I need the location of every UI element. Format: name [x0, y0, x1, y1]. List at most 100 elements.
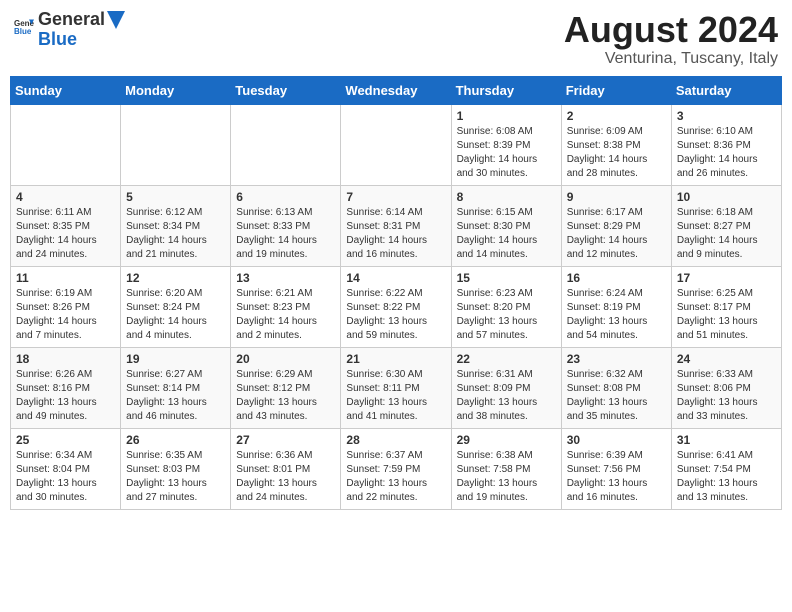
calendar-cell: 4Sunrise: 6:11 AM Sunset: 8:35 PM Daylig… [11, 185, 121, 266]
calendar-cell: 21Sunrise: 6:30 AM Sunset: 8:11 PM Dayli… [341, 347, 451, 428]
day-number: 8 [457, 190, 556, 204]
day-number: 14 [346, 271, 445, 285]
calendar-cell: 7 Sunrise: 6:14 AM Sunset: 8:31 PM Daylig… [341, 185, 451, 266]
day-number: 16 [567, 271, 666, 285]
day-info: Sunrise: 6:32 AM Sunset: 8:08 PM Dayligh… [567, 368, 666, 424]
calendar-cell: 23 Sunrise: 6:32 AM Sunset: 8:08 PM Dayli… [561, 347, 671, 428]
day-info: Sunrise: 6:35 AM Sunset: 8:03 PM Dayligh… [126, 449, 225, 505]
calendar-cell: 25 Sunrise: 6:34 AM Sunset: 8:04 PM Dayli… [11, 428, 121, 509]
day-info: Sunrise: 6:19 AM Sunset: 8:26 PM Dayligh… [16, 287, 115, 343]
logo: General Blue General Blue [14, 10, 125, 50]
calendar-cell: 5Sunrise: 6:12 AM Sunset: 8:34 PM Daylig… [121, 185, 231, 266]
logo-general-text: General [38, 10, 105, 30]
day-number: 7 [346, 190, 445, 204]
day-info: Sunrise: 6:34 AM Sunset: 8:04 PM Dayligh… [16, 449, 115, 505]
day-number: 18 [16, 352, 115, 366]
week-row-2: 4Sunrise: 6:11 AM Sunset: 8:35 PM Daylig… [11, 185, 782, 266]
day-info: Sunrise: 6:25 AM Sunset: 8:17 PM Dayligh… [677, 287, 776, 343]
day-number: 10 [677, 190, 776, 204]
day-number: 28 [346, 433, 445, 447]
calendar-cell: 24 Sunrise: 6:33 AM Sunset: 8:06 PM Dayli… [671, 347, 781, 428]
day-number: 1 [457, 109, 556, 123]
day-number: 9 [567, 190, 666, 204]
calendar-cell: 16 Sunrise: 6:24 AM Sunset: 8:19 PM Dayli… [561, 266, 671, 347]
day-info: Sunrise: 6:31 AM Sunset: 8:09 PM Dayligh… [457, 368, 556, 424]
day-number: 25 [16, 433, 115, 447]
logo-graphic: General Blue [14, 17, 34, 42]
day-number: 5 [126, 190, 225, 204]
day-number: 6 [236, 190, 335, 204]
day-number: 22 [457, 352, 556, 366]
day-number: 23 [567, 352, 666, 366]
day-number: 24 [677, 352, 776, 366]
day-info: Sunrise: 6:29 AM Sunset: 8:12 PM Dayligh… [236, 368, 335, 424]
location-title: Venturina, Tuscany, Italy [564, 50, 778, 68]
day-number: 31 [677, 433, 776, 447]
day-number: 13 [236, 271, 335, 285]
day-info: Sunrise: 6:26 AM Sunset: 8:16 PM Dayligh… [16, 368, 115, 424]
day-info: Sunrise: 6:41 AM Sunset: 7:54 PM Dayligh… [677, 449, 776, 505]
day-info: Sunrise: 6:37 AM Sunset: 7:59 PM Dayligh… [346, 449, 445, 505]
logo-triangle-icon [107, 11, 125, 29]
calendar-cell: 10 Sunrise: 6:18 AM Sunset: 8:27 PM Dayli… [671, 185, 781, 266]
day-number: 27 [236, 433, 335, 447]
day-info: Sunrise: 6:15 AM Sunset: 8:30 PM Dayligh… [457, 206, 556, 262]
day-number: 17 [677, 271, 776, 285]
month-title: August 2024 [564, 10, 778, 50]
day-info: Sunrise: 6:38 AM Sunset: 7:58 PM Dayligh… [457, 449, 556, 505]
header-friday: Friday [561, 76, 671, 104]
header-saturday: Saturday [671, 76, 781, 104]
header-thursday: Thursday [451, 76, 561, 104]
week-row-5: 25 Sunrise: 6:34 AM Sunset: 8:04 PM Dayli… [11, 428, 782, 509]
calendar-cell: 9Sunrise: 6:17 AM Sunset: 8:29 PM Daylig… [561, 185, 671, 266]
calendar-cell: 15 Sunrise: 6:23 AM Sunset: 8:20 PM Dayli… [451, 266, 561, 347]
day-info: Sunrise: 6:18 AM Sunset: 8:27 PM Dayligh… [677, 206, 776, 262]
calendar-cell [231, 104, 341, 185]
day-info: Sunrise: 6:30 AM Sunset: 8:11 PM Dayligh… [346, 368, 445, 424]
calendar-cell: 6 Sunrise: 6:13 AM Sunset: 8:33 PM Daylig… [231, 185, 341, 266]
calendar-cell: 11Sunrise: 6:19 AM Sunset: 8:26 PM Dayli… [11, 266, 121, 347]
calendar-cell: 2 Sunrise: 6:09 AM Sunset: 8:38 PM Daylig… [561, 104, 671, 185]
day-info: Sunrise: 6:33 AM Sunset: 8:06 PM Dayligh… [677, 368, 776, 424]
calendar-header-row: SundayMondayTuesdayWednesdayThursdayFrid… [11, 76, 782, 104]
day-info: Sunrise: 6:36 AM Sunset: 8:01 PM Dayligh… [236, 449, 335, 505]
calendar-cell: 20Sunrise: 6:29 AM Sunset: 8:12 PM Dayli… [231, 347, 341, 428]
day-info: Sunrise: 6:23 AM Sunset: 8:20 PM Dayligh… [457, 287, 556, 343]
calendar-cell [121, 104, 231, 185]
day-number: 19 [126, 352, 225, 366]
day-info: Sunrise: 6:24 AM Sunset: 8:19 PM Dayligh… [567, 287, 666, 343]
calendar-cell [341, 104, 451, 185]
day-info: Sunrise: 6:08 AM Sunset: 8:39 PM Dayligh… [457, 125, 556, 181]
header-sunday: Sunday [11, 76, 121, 104]
day-number: 26 [126, 433, 225, 447]
day-number: 4 [16, 190, 115, 204]
calendar-cell: 19 Sunrise: 6:27 AM Sunset: 8:14 PM Dayli… [121, 347, 231, 428]
calendar-cell: 27 Sunrise: 6:36 AM Sunset: 8:01 PM Dayli… [231, 428, 341, 509]
day-number: 3 [677, 109, 776, 123]
day-info: Sunrise: 6:10 AM Sunset: 8:36 PM Dayligh… [677, 125, 776, 181]
calendar-cell: 13 Sunrise: 6:21 AM Sunset: 8:23 PM Dayli… [231, 266, 341, 347]
calendar-table: SundayMondayTuesdayWednesdayThursdayFrid… [10, 76, 782, 510]
day-info: Sunrise: 6:39 AM Sunset: 7:56 PM Dayligh… [567, 449, 666, 505]
week-row-1: 1 Sunrise: 6:08 AM Sunset: 8:39 PM Daylig… [11, 104, 782, 185]
calendar-cell: 28 Sunrise: 6:37 AM Sunset: 7:59 PM Dayli… [341, 428, 451, 509]
day-info: Sunrise: 6:14 AM Sunset: 8:31 PM Dayligh… [346, 206, 445, 262]
calendar-cell: 26 Sunrise: 6:35 AM Sunset: 8:03 PM Dayli… [121, 428, 231, 509]
header-wednesday: Wednesday [341, 76, 451, 104]
day-info: Sunrise: 6:27 AM Sunset: 8:14 PM Dayligh… [126, 368, 225, 424]
calendar-cell: 14 Sunrise: 6:22 AM Sunset: 8:22 PM Dayli… [341, 266, 451, 347]
day-info: Sunrise: 6:09 AM Sunset: 8:38 PM Dayligh… [567, 125, 666, 181]
day-number: 15 [457, 271, 556, 285]
day-info: Sunrise: 6:13 AM Sunset: 8:33 PM Dayligh… [236, 206, 335, 262]
week-row-3: 11Sunrise: 6:19 AM Sunset: 8:26 PM Dayli… [11, 266, 782, 347]
calendar-cell: 12Sunrise: 6:20 AM Sunset: 8:24 PM Dayli… [121, 266, 231, 347]
header-tuesday: Tuesday [231, 76, 341, 104]
day-info: Sunrise: 6:21 AM Sunset: 8:23 PM Dayligh… [236, 287, 335, 343]
day-number: 29 [457, 433, 556, 447]
day-info: Sunrise: 6:22 AM Sunset: 8:22 PM Dayligh… [346, 287, 445, 343]
calendar-cell: 31 Sunrise: 6:41 AM Sunset: 7:54 PM Dayli… [671, 428, 781, 509]
day-number: 2 [567, 109, 666, 123]
day-number: 30 [567, 433, 666, 447]
calendar-cell: 17 Sunrise: 6:25 AM Sunset: 8:17 PM Dayli… [671, 266, 781, 347]
calendar-cell [11, 104, 121, 185]
